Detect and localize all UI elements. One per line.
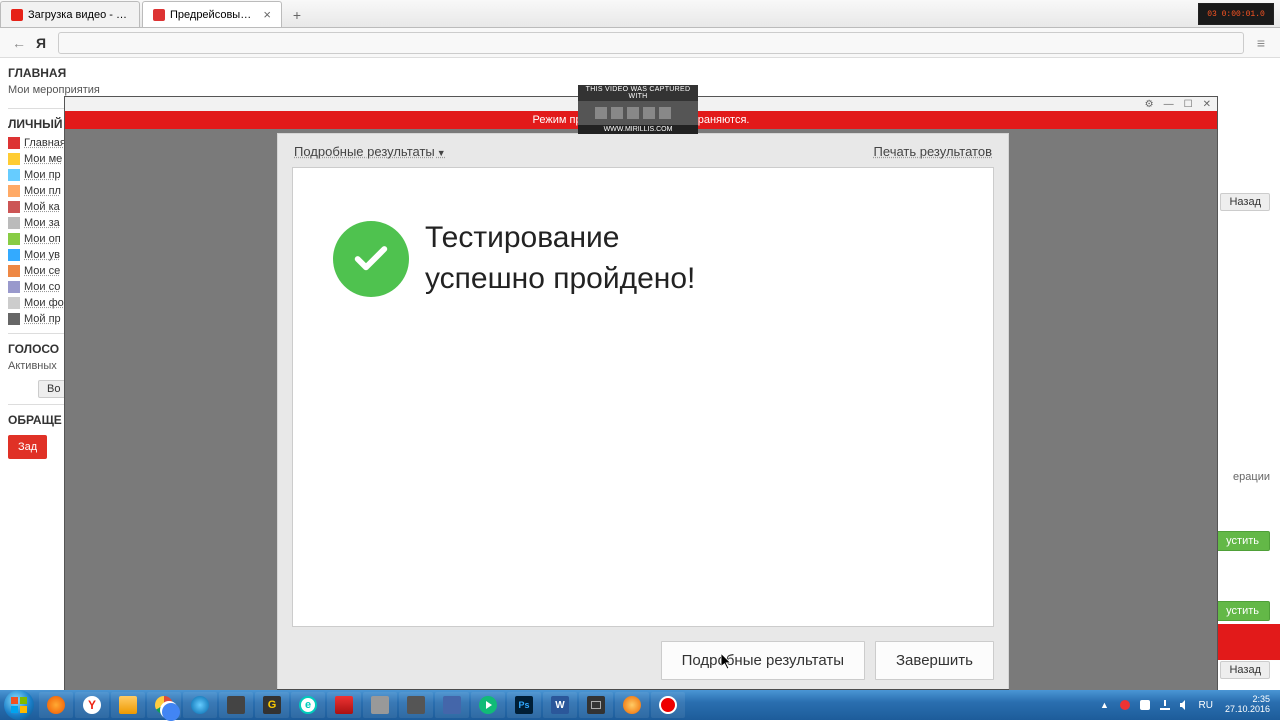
minimize-icon[interactable]: —: [1164, 99, 1174, 110]
chevron-down-icon: ▼: [437, 148, 446, 158]
close-icon[interactable]: ✕: [1203, 99, 1211, 110]
right-strip: Назад ерации устить устить Назад: [1215, 193, 1270, 679]
close-icon[interactable]: ×: [263, 7, 271, 22]
tray-icon[interactable]: [1137, 697, 1153, 713]
print-results-link[interactable]: Печать результатов: [874, 144, 992, 159]
task-icon-explorer[interactable]: [111, 692, 145, 718]
maximize-icon[interactable]: ☐: [1184, 99, 1193, 110]
tray-clock[interactable]: 2:35 27.10.2016: [1225, 695, 1270, 715]
success-check-icon: [333, 221, 409, 297]
task-icon-chrome[interactable]: [147, 692, 181, 718]
task-icon[interactable]: [579, 692, 613, 718]
sidebar-sub: Мои мероприятия: [8, 84, 188, 96]
yandex-icon[interactable]: Я: [30, 32, 52, 54]
browser-tabs: Загрузка видео - YouTube Предрейсовый ин…: [0, 0, 1280, 28]
task-icon[interactable]: G: [255, 692, 289, 718]
modal-header: Подробные результаты▼ Печать результатов: [278, 134, 1008, 167]
operations-label: ерации: [1215, 471, 1270, 483]
preview-banner: Режим предпросмотра — не сохраняются.: [65, 111, 1217, 129]
gear-icon[interactable]: ⚙: [1145, 99, 1154, 110]
task-icon[interactable]: [363, 692, 397, 718]
tab-label: Загрузка видео - YouTube: [28, 9, 129, 21]
task-icon-yandex[interactable]: Y: [75, 692, 109, 718]
menu-button[interactable]: ≡: [1250, 32, 1272, 54]
task-icon-word[interactable]: W: [543, 692, 577, 718]
task-icon[interactable]: [399, 692, 433, 718]
back-button[interactable]: Назад: [1220, 661, 1270, 679]
url-input[interactable]: [58, 32, 1244, 54]
start-button[interactable]: [4, 690, 34, 720]
task-icon[interactable]: [615, 692, 649, 718]
youtube-icon: [11, 9, 23, 21]
task-icon-photoshop[interactable]: Ps: [507, 692, 541, 718]
ask-button[interactable]: Зад: [8, 435, 47, 459]
modal-actions: Подробные результаты Завершить: [278, 627, 1008, 680]
address-bar: ← Я ≡: [0, 28, 1280, 58]
modal-titlebar: ⚙ — ☐ ✕: [65, 97, 1217, 111]
launch-button[interactable]: устить: [1215, 601, 1270, 621]
page-icon: [153, 9, 165, 21]
task-icon-media[interactable]: [471, 692, 505, 718]
task-icon-record[interactable]: [651, 692, 685, 718]
task-icon-browser[interactable]: [39, 692, 73, 718]
back-button[interactable]: ←: [8, 32, 30, 54]
launch-button[interactable]: устить: [1215, 531, 1270, 551]
tray-lang[interactable]: RU: [1199, 700, 1213, 711]
modal-window: ⚙ — ☐ ✕ Режим предпросмотра — не сохраня…: [64, 96, 1218, 710]
task-icon[interactable]: [435, 692, 469, 718]
sidebar-section-main: ГЛАВНАЯ: [8, 66, 188, 80]
tray-volume-icon[interactable]: [1177, 697, 1193, 713]
modal-content: Подробные результаты▼ Печать результатов…: [277, 133, 1009, 713]
recorder-widget: 03 0:00:01.0: [1198, 3, 1274, 25]
result-panel: Тестирование успешно пройдено!: [292, 167, 994, 627]
tray-icon[interactable]: [1117, 697, 1133, 713]
page-body: ГЛАВНАЯ Мои мероприятия ЛИЧНЫЙ Главная М…: [0, 58, 1280, 690]
finish-button[interactable]: Завершить: [875, 641, 994, 680]
tab-label: Предрейсовый инструкт: [170, 9, 255, 21]
task-icon[interactable]: [327, 692, 361, 718]
back-button[interactable]: Назад: [1220, 193, 1270, 211]
tray-network-icon[interactable]: [1157, 697, 1173, 713]
task-icon[interactable]: [183, 692, 217, 718]
details-button[interactable]: Подробные результаты: [661, 641, 865, 680]
taskbar: Y G e Ps W ▲ RU 2:35 27.10.2016: [0, 690, 1280, 720]
task-icon[interactable]: [219, 692, 253, 718]
new-tab-button[interactable]: +: [284, 3, 310, 27]
details-dropdown[interactable]: Подробные результаты▼: [294, 144, 446, 159]
result-message: Тестирование успешно пройдено!: [425, 218, 695, 299]
tab-instruction[interactable]: Предрейсовый инструкт ×: [142, 1, 282, 27]
tray-up-icon[interactable]: ▲: [1097, 697, 1113, 713]
task-icon-edge[interactable]: e: [291, 692, 325, 718]
system-tray: ▲ RU 2:35 27.10.2016: [1095, 695, 1277, 715]
tab-youtube[interactable]: Загрузка видео - YouTube: [0, 1, 140, 27]
